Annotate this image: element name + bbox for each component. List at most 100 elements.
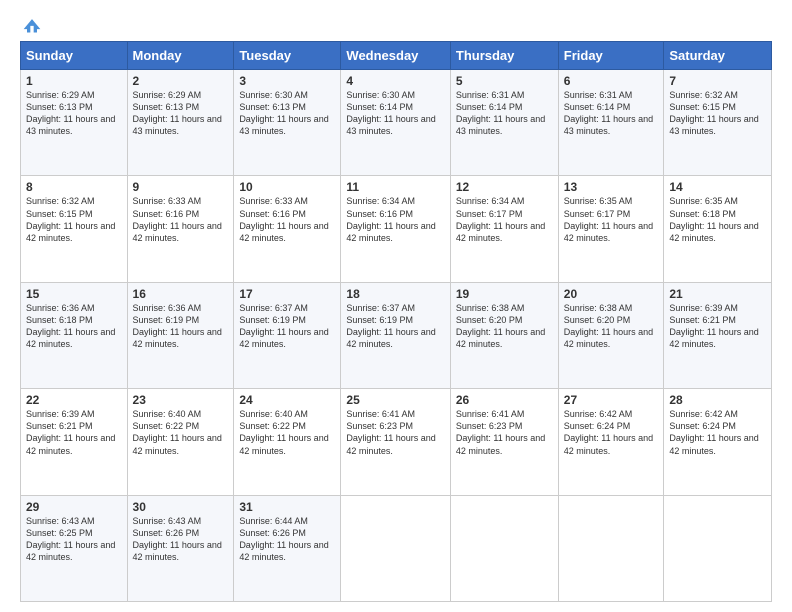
cell-info: Sunrise: 6:44 AMSunset: 6:26 PMDaylight:…	[239, 516, 328, 562]
calendar-cell: 24 Sunrise: 6:40 AMSunset: 6:22 PMDaylig…	[234, 389, 341, 495]
cell-info: Sunrise: 6:42 AMSunset: 6:24 PMDaylight:…	[564, 409, 653, 455]
day-number: 6	[564, 74, 659, 88]
cell-info: Sunrise: 6:38 AMSunset: 6:20 PMDaylight:…	[456, 303, 545, 349]
cell-info: Sunrise: 6:37 AMSunset: 6:19 PMDaylight:…	[346, 303, 435, 349]
calendar-cell: 25 Sunrise: 6:41 AMSunset: 6:23 PMDaylig…	[341, 389, 450, 495]
column-header-sunday: Sunday	[21, 42, 128, 70]
day-number: 8	[26, 180, 122, 194]
calendar-cell: 6 Sunrise: 6:31 AMSunset: 6:14 PMDayligh…	[558, 70, 664, 176]
cell-info: Sunrise: 6:35 AMSunset: 6:18 PMDaylight:…	[669, 196, 758, 242]
calendar-cell: 5 Sunrise: 6:31 AMSunset: 6:14 PMDayligh…	[450, 70, 558, 176]
calendar-cell: 4 Sunrise: 6:30 AMSunset: 6:14 PMDayligh…	[341, 70, 450, 176]
cell-info: Sunrise: 6:34 AMSunset: 6:17 PMDaylight:…	[456, 196, 545, 242]
day-number: 14	[669, 180, 766, 194]
day-number: 28	[669, 393, 766, 407]
cell-info: Sunrise: 6:29 AMSunset: 6:13 PMDaylight:…	[26, 90, 115, 136]
cell-info: Sunrise: 6:31 AMSunset: 6:14 PMDaylight:…	[564, 90, 653, 136]
calendar-cell: 3 Sunrise: 6:30 AMSunset: 6:13 PMDayligh…	[234, 70, 341, 176]
calendar-cell: 2 Sunrise: 6:29 AMSunset: 6:13 PMDayligh…	[127, 70, 234, 176]
calendar-cell: 8 Sunrise: 6:32 AMSunset: 6:15 PMDayligh…	[21, 176, 128, 282]
calendar-cell: 12 Sunrise: 6:34 AMSunset: 6:17 PMDaylig…	[450, 176, 558, 282]
day-number: 30	[133, 500, 229, 514]
cell-info: Sunrise: 6:36 AMSunset: 6:18 PMDaylight:…	[26, 303, 115, 349]
calendar-week-row: 8 Sunrise: 6:32 AMSunset: 6:15 PMDayligh…	[21, 176, 772, 282]
calendar-cell: 10 Sunrise: 6:33 AMSunset: 6:16 PMDaylig…	[234, 176, 341, 282]
day-number: 4	[346, 74, 444, 88]
cell-info: Sunrise: 6:30 AMSunset: 6:13 PMDaylight:…	[239, 90, 328, 136]
cell-info: Sunrise: 6:34 AMSunset: 6:16 PMDaylight:…	[346, 196, 435, 242]
calendar-cell: 27 Sunrise: 6:42 AMSunset: 6:24 PMDaylig…	[558, 389, 664, 495]
day-number: 22	[26, 393, 122, 407]
day-number: 27	[564, 393, 659, 407]
column-header-saturday: Saturday	[664, 42, 772, 70]
calendar-cell: 21 Sunrise: 6:39 AMSunset: 6:21 PMDaylig…	[664, 282, 772, 388]
column-header-wednesday: Wednesday	[341, 42, 450, 70]
calendar-cell: 30 Sunrise: 6:43 AMSunset: 6:26 PMDaylig…	[127, 495, 234, 601]
calendar-cell: 11 Sunrise: 6:34 AMSunset: 6:16 PMDaylig…	[341, 176, 450, 282]
calendar-cell: 16 Sunrise: 6:36 AMSunset: 6:19 PMDaylig…	[127, 282, 234, 388]
column-header-tuesday: Tuesday	[234, 42, 341, 70]
cell-info: Sunrise: 6:33 AMSunset: 6:16 PMDaylight:…	[133, 196, 222, 242]
cell-info: Sunrise: 6:32 AMSunset: 6:15 PMDaylight:…	[26, 196, 115, 242]
calendar-cell: 15 Sunrise: 6:36 AMSunset: 6:18 PMDaylig…	[21, 282, 128, 388]
cell-info: Sunrise: 6:40 AMSunset: 6:22 PMDaylight:…	[133, 409, 222, 455]
day-number: 13	[564, 180, 659, 194]
day-number: 19	[456, 287, 553, 301]
day-number: 15	[26, 287, 122, 301]
calendar-cell: 28 Sunrise: 6:42 AMSunset: 6:24 PMDaylig…	[664, 389, 772, 495]
calendar-table: SundayMondayTuesdayWednesdayThursdayFrid…	[20, 41, 772, 602]
cell-info: Sunrise: 6:29 AMSunset: 6:13 PMDaylight:…	[133, 90, 222, 136]
calendar-cell	[450, 495, 558, 601]
cell-info: Sunrise: 6:38 AMSunset: 6:20 PMDaylight:…	[564, 303, 653, 349]
day-number: 24	[239, 393, 335, 407]
calendar-cell: 1 Sunrise: 6:29 AMSunset: 6:13 PMDayligh…	[21, 70, 128, 176]
calendar-cell: 20 Sunrise: 6:38 AMSunset: 6:20 PMDaylig…	[558, 282, 664, 388]
cell-info: Sunrise: 6:42 AMSunset: 6:24 PMDaylight:…	[669, 409, 758, 455]
day-number: 20	[564, 287, 659, 301]
calendar-cell: 23 Sunrise: 6:40 AMSunset: 6:22 PMDaylig…	[127, 389, 234, 495]
cell-info: Sunrise: 6:41 AMSunset: 6:23 PMDaylight:…	[346, 409, 435, 455]
day-number: 2	[133, 74, 229, 88]
cell-info: Sunrise: 6:39 AMSunset: 6:21 PMDaylight:…	[669, 303, 758, 349]
cell-info: Sunrise: 6:35 AMSunset: 6:17 PMDaylight:…	[564, 196, 653, 242]
day-number: 7	[669, 74, 766, 88]
calendar-week-row: 29 Sunrise: 6:43 AMSunset: 6:25 PMDaylig…	[21, 495, 772, 601]
calendar-cell: 14 Sunrise: 6:35 AMSunset: 6:18 PMDaylig…	[664, 176, 772, 282]
cell-info: Sunrise: 6:36 AMSunset: 6:19 PMDaylight:…	[133, 303, 222, 349]
calendar-cell: 18 Sunrise: 6:37 AMSunset: 6:19 PMDaylig…	[341, 282, 450, 388]
cell-info: Sunrise: 6:32 AMSunset: 6:15 PMDaylight:…	[669, 90, 758, 136]
calendar-week-row: 1 Sunrise: 6:29 AMSunset: 6:13 PMDayligh…	[21, 70, 772, 176]
calendar-cell: 17 Sunrise: 6:37 AMSunset: 6:19 PMDaylig…	[234, 282, 341, 388]
calendar-cell	[664, 495, 772, 601]
day-number: 21	[669, 287, 766, 301]
day-number: 5	[456, 74, 553, 88]
day-number: 17	[239, 287, 335, 301]
day-number: 12	[456, 180, 553, 194]
calendar-cell: 13 Sunrise: 6:35 AMSunset: 6:17 PMDaylig…	[558, 176, 664, 282]
day-number: 26	[456, 393, 553, 407]
day-number: 23	[133, 393, 229, 407]
day-number: 11	[346, 180, 444, 194]
header	[20, 15, 772, 31]
calendar-cell: 19 Sunrise: 6:38 AMSunset: 6:20 PMDaylig…	[450, 282, 558, 388]
calendar-cell	[558, 495, 664, 601]
calendar-header-row: SundayMondayTuesdayWednesdayThursdayFrid…	[21, 42, 772, 70]
day-number: 29	[26, 500, 122, 514]
cell-info: Sunrise: 6:30 AMSunset: 6:14 PMDaylight:…	[346, 90, 435, 136]
cell-info: Sunrise: 6:37 AMSunset: 6:19 PMDaylight:…	[239, 303, 328, 349]
page: SundayMondayTuesdayWednesdayThursdayFrid…	[0, 0, 792, 612]
calendar-cell: 31 Sunrise: 6:44 AMSunset: 6:26 PMDaylig…	[234, 495, 341, 601]
day-number: 25	[346, 393, 444, 407]
cell-info: Sunrise: 6:43 AMSunset: 6:26 PMDaylight:…	[133, 516, 222, 562]
day-number: 16	[133, 287, 229, 301]
cell-info: Sunrise: 6:31 AMSunset: 6:14 PMDaylight:…	[456, 90, 545, 136]
day-number: 18	[346, 287, 444, 301]
calendar-cell: 26 Sunrise: 6:41 AMSunset: 6:23 PMDaylig…	[450, 389, 558, 495]
cell-info: Sunrise: 6:41 AMSunset: 6:23 PMDaylight:…	[456, 409, 545, 455]
calendar-cell: 29 Sunrise: 6:43 AMSunset: 6:25 PMDaylig…	[21, 495, 128, 601]
day-number: 31	[239, 500, 335, 514]
calendar-week-row: 22 Sunrise: 6:39 AMSunset: 6:21 PMDaylig…	[21, 389, 772, 495]
column-header-monday: Monday	[127, 42, 234, 70]
column-header-friday: Friday	[558, 42, 664, 70]
calendar-cell: 22 Sunrise: 6:39 AMSunset: 6:21 PMDaylig…	[21, 389, 128, 495]
